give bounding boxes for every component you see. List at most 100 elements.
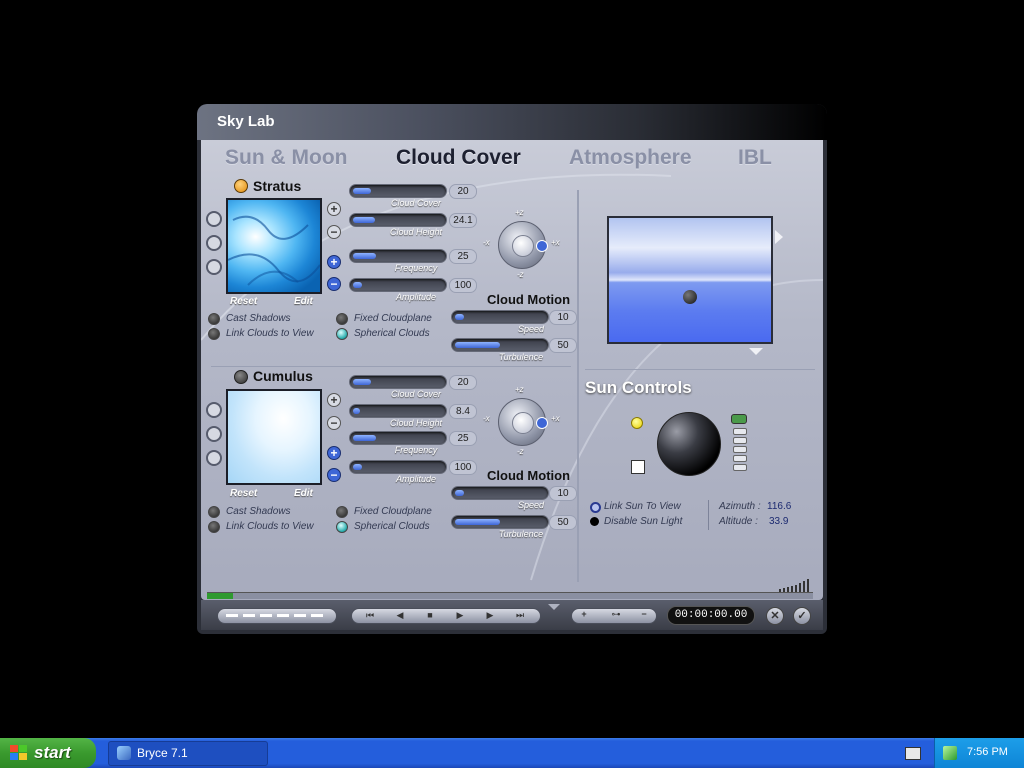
stratus-texture-preview[interactable] [226,198,322,294]
keyboard-tray-icon[interactable] [905,747,921,760]
tab-cloud-cover[interactable]: Cloud Cover [396,146,521,170]
cumulus-frequency-slider[interactable] [349,431,447,445]
cumulus-preset-radio-1[interactable] [206,402,222,418]
stratus-direction-control[interactable] [493,216,553,276]
go-to-end-button[interactable]: ⏭ [508,610,532,621]
cumulus-direction-control[interactable] [493,393,553,453]
remove-keyframe-button[interactable]: − [636,609,652,619]
sun-level-step-2[interactable] [733,437,747,444]
stratus-reset-button[interactable]: Reset [230,296,257,307]
cumulus-cloud-cover-value[interactable]: 20 [449,375,477,390]
stratus-frequency-value[interactable]: 25 [449,249,477,264]
stratus-speed-value[interactable]: 10 [549,310,577,325]
stratus-cast-shadows-toggle[interactable] [208,313,220,325]
sun-indicator-icon[interactable] [631,417,643,429]
sun-level-step-3[interactable] [733,446,747,453]
cumulus-cloud-cover-slider[interactable] [349,375,447,389]
title-bar[interactable]: Sky Lab [197,104,827,140]
stratus-preset-radio-3[interactable] [206,259,222,275]
tab-ibl[interactable]: IBL [738,146,772,170]
cumulus-speed-slider[interactable] [451,486,549,500]
cumulus-turbulence-slider[interactable] [451,515,549,529]
stratus-link-clouds-toggle[interactable] [208,328,220,340]
stratus-amplitude-value[interactable]: 100 [449,278,477,293]
go-to-start-button[interactable]: ⏮ [358,610,382,621]
network-tray-icon[interactable] [943,746,957,760]
stratus-frequency-slider[interactable] [349,249,447,263]
cumulus-plus-button[interactable]: + [327,393,341,407]
sky-preview[interactable] [607,216,773,344]
moon-indicator-icon[interactable] [631,460,645,474]
play-button[interactable]: ▶︎ [448,610,472,621]
add-keyframe-button[interactable]: + [576,609,592,619]
cumulus-cast-shadows-toggle[interactable] [208,506,220,518]
timeline-track[interactable] [207,592,813,599]
stratus-enable-toggle[interactable] [234,179,248,193]
azimuth-value[interactable]: 116.6 [767,501,791,512]
cumulus-link-clouds-toggle[interactable] [208,521,220,533]
cumulus-enable-toggle[interactable] [234,370,248,384]
system-clock[interactable]: 7:56 PM [967,746,1008,758]
cumulus-minus-button[interactable]: − [327,416,341,430]
memory-dots-group[interactable] [217,608,337,624]
cumulus-preset-radio-3[interactable] [206,450,222,466]
step-back-button[interactable]: ◀︎ [388,610,412,621]
stratus-cloud-cover-slider[interactable] [349,184,447,198]
cumulus-edit-button[interactable]: Edit [294,488,313,499]
stratus-speed-slider[interactable] [451,310,549,324]
cumulus-frequency-value[interactable]: 25 [449,431,477,446]
step-forward-button[interactable]: ▶︎ [478,610,502,621]
tab-atmosphere[interactable]: Atmosphere [569,146,692,170]
stratus-frequency-minus-button[interactable]: − [327,277,341,291]
sun-level-step-4[interactable] [733,455,747,462]
stratus-plus-button[interactable]: + [327,202,341,216]
sun-position-trackball[interactable] [657,412,721,476]
cumulus-spherical-clouds-toggle[interactable] [336,521,348,533]
cumulus-texture-preview[interactable] [226,389,322,485]
stratus-preset-radio-1[interactable] [206,211,222,227]
cumulus-cloud-height-value[interactable]: 8.4 [449,404,477,419]
cumulus-frequency-plus-button[interactable]: + [327,446,341,460]
cumulus-cloud-height-slider[interactable] [349,404,447,418]
disable-sun-light-toggle[interactable] [590,517,599,526]
cumulus-amplitude-slider[interactable] [349,460,447,474]
taskbar-item-bryce[interactable]: Bryce 7.1 [108,741,268,766]
timecode-display[interactable]: 00:00:00.00 [667,606,755,625]
cumulus-turbulence-value[interactable]: 50 [549,515,577,530]
cumulus-frequency-minus-button[interactable]: − [327,468,341,482]
cumulus-direction-handle[interactable] [536,417,548,429]
cumulus-speed-value[interactable]: 10 [549,486,577,501]
stratus-minus-button[interactable]: − [327,225,341,239]
cumulus-preset-radio-2[interactable] [206,426,222,442]
key-icon[interactable]: ⊶ [598,609,634,620]
stratus-cloud-cover-value[interactable]: 20 [449,184,477,199]
stratus-turbulence-slider[interactable] [451,338,549,352]
stratus-amplitude-slider[interactable] [349,278,447,292]
preview-arrow-down-icon[interactable] [749,348,763,355]
stratus-spherical-clouds-toggle[interactable] [336,328,348,340]
preview-arrow-right-icon[interactable] [775,230,783,244]
sun-level-step-5[interactable] [733,464,747,471]
confirm-button[interactable]: ✓ [793,607,811,625]
cancel-button[interactable]: ✕ [766,607,784,625]
start-button[interactable]: start [0,738,96,768]
cumulus-reset-button[interactable]: Reset [230,488,257,499]
playback-options-icon[interactable] [548,604,560,610]
sun-level-step-1[interactable] [733,428,747,435]
stratus-turbulence-value[interactable]: 50 [549,338,577,353]
cumulus-turbulence-label: Turbulence [498,529,544,539]
stratus-edit-button[interactable]: Edit [294,296,313,307]
stratus-frequency-plus-button[interactable]: + [327,255,341,269]
stop-button[interactable]: ■ [418,610,442,620]
link-sun-to-view-toggle[interactable] [590,502,601,513]
stratus-direction-handle[interactable] [536,240,548,252]
altitude-value[interactable]: 33.9 [769,516,788,527]
timeline-playhead-region[interactable] [207,593,233,599]
tab-sun-moon[interactable]: Sun & Moon [225,146,347,170]
stratus-fixed-cloudplane-toggle[interactable] [336,313,348,325]
stratus-cloud-height-slider[interactable] [349,213,447,227]
cumulus-amplitude-value[interactable]: 100 [449,460,477,475]
stratus-cloud-height-value[interactable]: 24.1 [449,213,477,228]
stratus-preset-radio-2[interactable] [206,235,222,251]
cumulus-fixed-cloudplane-toggle[interactable] [336,506,348,518]
